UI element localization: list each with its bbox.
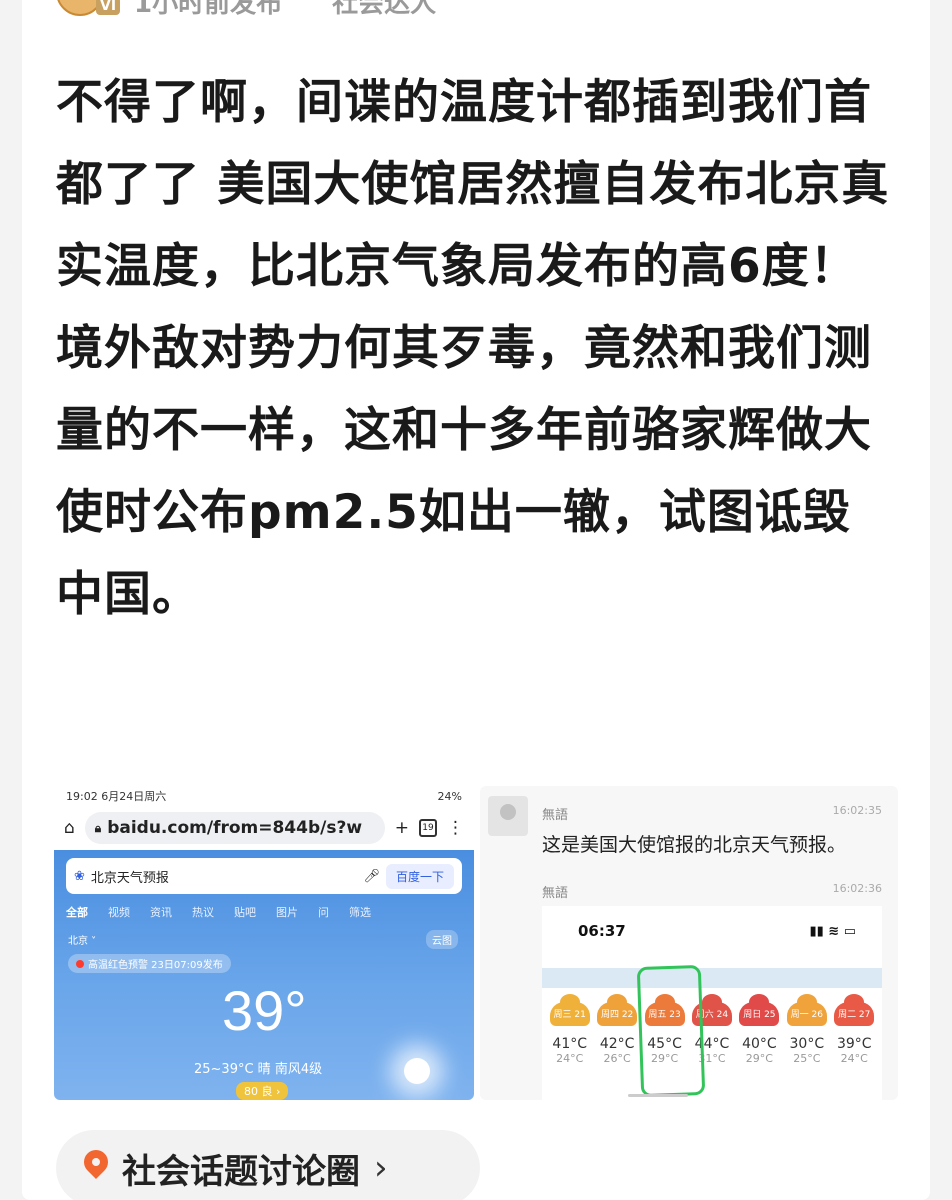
bd-tab: 资讯	[150, 906, 172, 919]
post-source: 社会达人	[332, 0, 437, 19]
location-pin-icon	[82, 1150, 110, 1186]
chat-sender: 無語	[542, 886, 569, 901]
forecast-low: 26°C	[603, 1052, 631, 1065]
lock-icon: 🔒︎	[94, 820, 102, 835]
forecast-high: 30°C	[789, 1036, 825, 1052]
signal-wifi-battery-icon: ▮▮ ≋ ▭	[809, 923, 856, 939]
post-time: 1小时前发布	[134, 0, 283, 19]
forecast-low: 29°C	[745, 1052, 773, 1065]
url-field: 🔒︎ baidu.com/from=844b/s?w	[84, 812, 385, 844]
new-tab-icon: +	[394, 818, 409, 838]
menu-icon: ⋮	[447, 818, 464, 838]
bd-tab: 视频	[108, 906, 130, 919]
city-selector: 北京 ˅	[68, 936, 97, 947]
forecast-low: 25°C	[793, 1052, 821, 1065]
post-meta: VI 1小时前发布 社会达人	[56, 0, 436, 19]
scroll-indicator	[628, 1094, 688, 1097]
forecast-row: 周三 21 41°C 24°C 周四 22 42°C 26°C 周五 23 45°C 29°C 周…	[542, 988, 882, 1065]
chat-message: 無語 16:02:36	[488, 874, 890, 904]
browser-url-bar: ⌂ 🔒︎ baidu.com/from=844b/s?w + 19 ⋮	[54, 806, 474, 850]
phone-status-bar: 06:37 ▮▮ ≋ ▭	[542, 906, 882, 956]
header-stripe	[542, 968, 882, 988]
chat-sender: 無語	[542, 808, 569, 823]
forecast-high: 42°C	[599, 1036, 635, 1052]
forecast-day: 周日 25 40°C 29°C	[736, 994, 782, 1065]
chat-message: 無語 16:02:35 这是美国大使馆报的北京天气预报。	[488, 796, 890, 856]
vip-badge: VI	[96, 0, 121, 15]
baidu-search-box: ❀ 北京天气预报 🎤︎ 百度一下	[66, 858, 462, 894]
forecast-high: 39°C	[836, 1036, 872, 1052]
weather-cloud-icon: 周四 22	[597, 994, 638, 1026]
chat-text: 这是美国大使馆报的北京天气预报。	[542, 834, 847, 856]
chevron-right-icon: ›	[374, 1148, 388, 1188]
weather-cloud-icon: 周一 26	[786, 994, 827, 1026]
chat-time: 16:02:36	[832, 882, 882, 895]
chat-avatar	[488, 796, 528, 836]
phone-time: 06:37	[578, 922, 626, 940]
green-highlight-box	[636, 964, 706, 1098]
weather-cloud-icon: 周三 21	[549, 994, 590, 1026]
aqi-badge: 80 良 ›	[236, 1082, 289, 1100]
post-text: 不得了啊，间谍的温度计都插到我们首都了了 美国大使馆居然擅自发布北京真实温度，比…	[56, 62, 896, 636]
weather-cloud-icon: 周二 27	[834, 994, 875, 1026]
topic-circle-link[interactable]: 社会话题讨论圈 ›	[56, 1130, 480, 1200]
baidu-paw-icon: ❀	[74, 868, 85, 884]
bd-tab: 问	[318, 906, 329, 919]
current-temperature: 39°	[222, 979, 307, 1042]
temperature-description: 25~39°C 晴 南风4级	[194, 1062, 323, 1077]
url-text: baidu.com/from=844b/s?w	[107, 818, 363, 838]
heat-alert: 高温红色预警 23日07:09发布	[68, 954, 231, 973]
topic-label: 社会话题讨论圈	[122, 1151, 360, 1192]
alert-icon	[76, 959, 84, 968]
search-query: 北京天气预报	[90, 870, 169, 886]
forecast-high: 41°C	[552, 1036, 587, 1052]
forecast-day: 周二 27 39°C 24°C	[831, 994, 877, 1065]
status-time: 19:02 6月24日周六	[66, 790, 167, 803]
bd-tab: 热议	[192, 906, 214, 919]
sun-icon	[404, 1058, 430, 1084]
home-icon: ⌂	[64, 818, 75, 838]
forecast-day: 周一 26 30°C 25°C	[784, 994, 830, 1065]
forecast-low: 24°C	[840, 1052, 868, 1065]
forecast-low: 24°C	[556, 1052, 584, 1065]
forecast-screenshot: 06:37 ▮▮ ≋ ▭ 周三 21 41°C 24°C 周四 22 42°C 26°C 周…	[542, 906, 882, 1100]
forecast-day: 周四 22 42°C 26°C	[594, 994, 640, 1065]
bd-tab: 筛选	[349, 906, 371, 919]
bd-tab: 全部	[66, 906, 88, 919]
chat-time: 16:02:35	[832, 804, 882, 817]
weather-cloud-icon: 周日 25	[739, 994, 780, 1026]
baidu-tabs: 全部 视频 资讯 热议 贴吧 图片 问 筛选	[66, 904, 470, 920]
alert-text: 高温红色预警 23日07:09发布	[88, 960, 223, 971]
bd-tab: 图片	[276, 906, 298, 919]
phone-status-bar: 19:02 6月24日周六 24%	[54, 786, 474, 806]
post-image-chat-forecast[interactable]: 無語 16:02:35 这是美国大使馆报的北京天气预报。 無語 16:02:36…	[480, 786, 898, 1100]
tab-count: 19	[419, 819, 437, 837]
post-image-baidu-weather[interactable]: 19:02 6月24日周六 24% ⌂ 🔒︎ baidu.com/from=84…	[54, 786, 474, 1100]
baidu-weather-area: ❀ 北京天气预报 🎤︎ 百度一下 全部 视频 资讯 热议 贴吧 图片 问 筛选 …	[54, 850, 474, 1100]
status-battery: 24%	[437, 789, 462, 803]
post-normal-text: 美国大使馆居然擅自发布北京真实温度，比北京气象局发布的高6度！境外敌对势力何其歹…	[56, 157, 890, 622]
forecast-high: 40°C	[742, 1036, 777, 1052]
search-button: 百度一下	[385, 863, 454, 889]
mic-icon: 🎤︎	[363, 868, 380, 884]
cloud-map-button: 云图	[426, 930, 458, 949]
bd-tab: 贴吧	[234, 906, 256, 919]
forecast-day: 周三 21 41°C 24°C	[547, 994, 593, 1065]
